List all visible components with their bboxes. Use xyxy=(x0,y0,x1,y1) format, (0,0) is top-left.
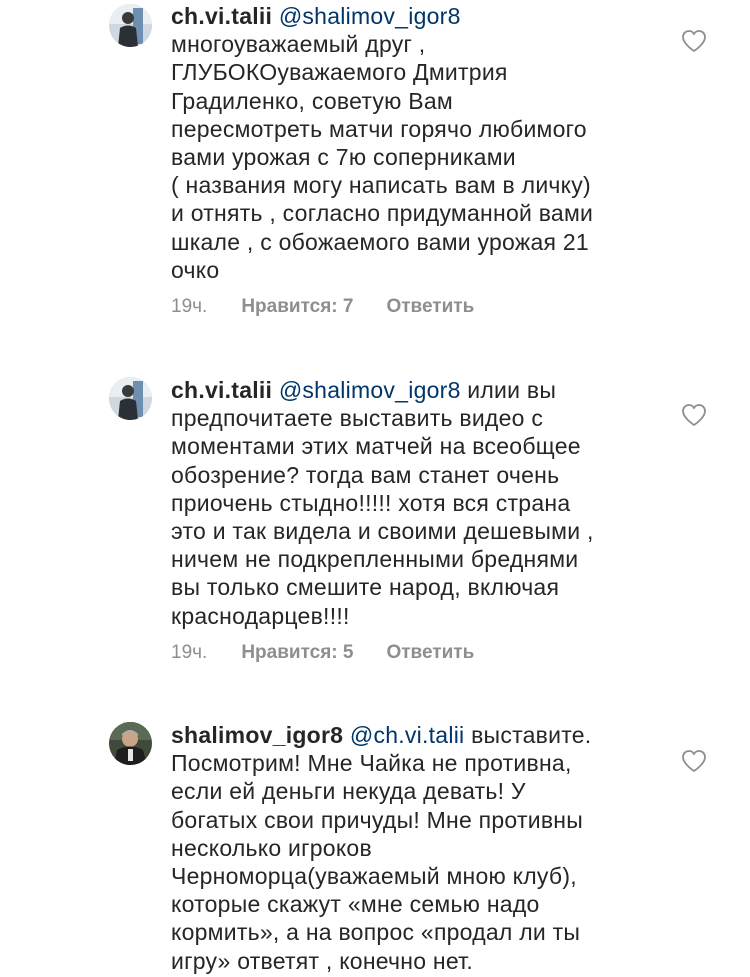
comment-line: Посмотрим! Мне Чайка не противна, xyxy=(171,750,572,777)
comment-line: если ей деньги некуда девать! У xyxy=(171,778,526,805)
comment-line: Градиленко, советую Вам xyxy=(171,87,453,114)
comment-line: многоуважаемый друг , xyxy=(171,31,426,58)
reply-button[interactable]: Ответить xyxy=(386,642,474,664)
like-heart-icon[interactable] xyxy=(681,29,707,53)
comment-username[interactable]: shalimov_igor8 xyxy=(171,722,343,748)
likes-count[interactable]: Нравится: 7 xyxy=(241,296,353,318)
comment-line: вы только смешите народ, включая xyxy=(171,574,560,601)
likes-count[interactable]: Нравится: 5 xyxy=(241,642,353,664)
comment-line: игру» ответят , конечно нет. xyxy=(171,947,474,974)
comment-line: которые скажут «мне семью надо xyxy=(171,891,540,918)
comment-username[interactable]: ch.vi.talii xyxy=(171,377,272,403)
comment-line: краснодарцев!!!! xyxy=(171,602,350,629)
comment-line: ГЛУБОКОуважаемого Дмитрия xyxy=(171,59,508,86)
comment-line: кормить», а на вопрос «продал ли ты xyxy=(171,919,581,946)
comment-line: предпочитаете выставить видео с xyxy=(171,405,544,432)
comment-first-line-text: выставите. xyxy=(471,722,592,748)
comment-username[interactable]: ch.vi.talii xyxy=(171,3,272,29)
avatar[interactable] xyxy=(109,722,152,765)
comment-meta: 19ч. Нравится: 5 Ответить xyxy=(171,642,474,664)
comment-text: ch.vi.talii @shalimov_igor8 илии вы пред… xyxy=(171,376,641,630)
comment-line: ( названия могу написать вам в личку) xyxy=(171,172,591,199)
avatar[interactable] xyxy=(109,4,152,47)
comment-line: ничем не подкрепленными бреднями xyxy=(171,546,579,573)
comment-time: 19ч. xyxy=(171,642,208,663)
avatar[interactable] xyxy=(109,377,152,420)
comment-line: это и так видела и своими дешевыми , xyxy=(171,518,594,545)
reply-button[interactable]: Ответить xyxy=(386,296,474,318)
comment-first-line-text: илии вы xyxy=(467,377,557,403)
comment-line: шкале , с обожаемого вами урожая 21 xyxy=(171,228,589,255)
comment-line: моментами этих матчей на всеобщее xyxy=(171,433,581,460)
comment-first-line: ch.vi.talii @shalimov_igor8 илии вы xyxy=(171,376,641,404)
comment-mention[interactable]: @shalimov_igor8 xyxy=(279,3,461,29)
comment-line: богатых свои причуды! Мне противны xyxy=(171,806,584,833)
comment-line: Черноморца(уважаемый мною клуб), xyxy=(171,863,577,890)
like-heart-icon[interactable] xyxy=(681,403,707,427)
comment-time: 19ч. xyxy=(171,296,208,317)
comment-first-line: shalimov_igor8 @ch.vi.talii выставите. xyxy=(171,721,641,749)
comment-line: обозрение? тогда вам станет очень xyxy=(171,461,560,488)
comment-line: приочень стыдно!!!!! хотя вся страна xyxy=(171,489,571,516)
comment-mention[interactable]: @shalimov_igor8 xyxy=(279,377,461,403)
comment-line: несколько игроков xyxy=(171,834,372,861)
comment-text: ch.vi.talii @shalimov_igor8 многоуважаем… xyxy=(171,2,641,284)
comment-line: и отнять , согласно придуманной вами xyxy=(171,200,594,227)
comment-text: shalimov_igor8 @ch.vi.talii выставите. П… xyxy=(171,721,641,975)
comment-line: пересмотреть матчи горячо любимого xyxy=(171,115,587,142)
comment-line: очко xyxy=(171,256,220,283)
comment-first-line: ch.vi.talii @shalimov_igor8 xyxy=(171,2,641,30)
like-heart-icon[interactable] xyxy=(681,749,707,773)
comment-line: вами урожая с 7ю соперниками xyxy=(171,144,516,171)
comment-meta: 19ч. Нравится: 7 Ответить xyxy=(171,296,474,318)
comment-mention[interactable]: @ch.vi.talii xyxy=(350,722,465,748)
